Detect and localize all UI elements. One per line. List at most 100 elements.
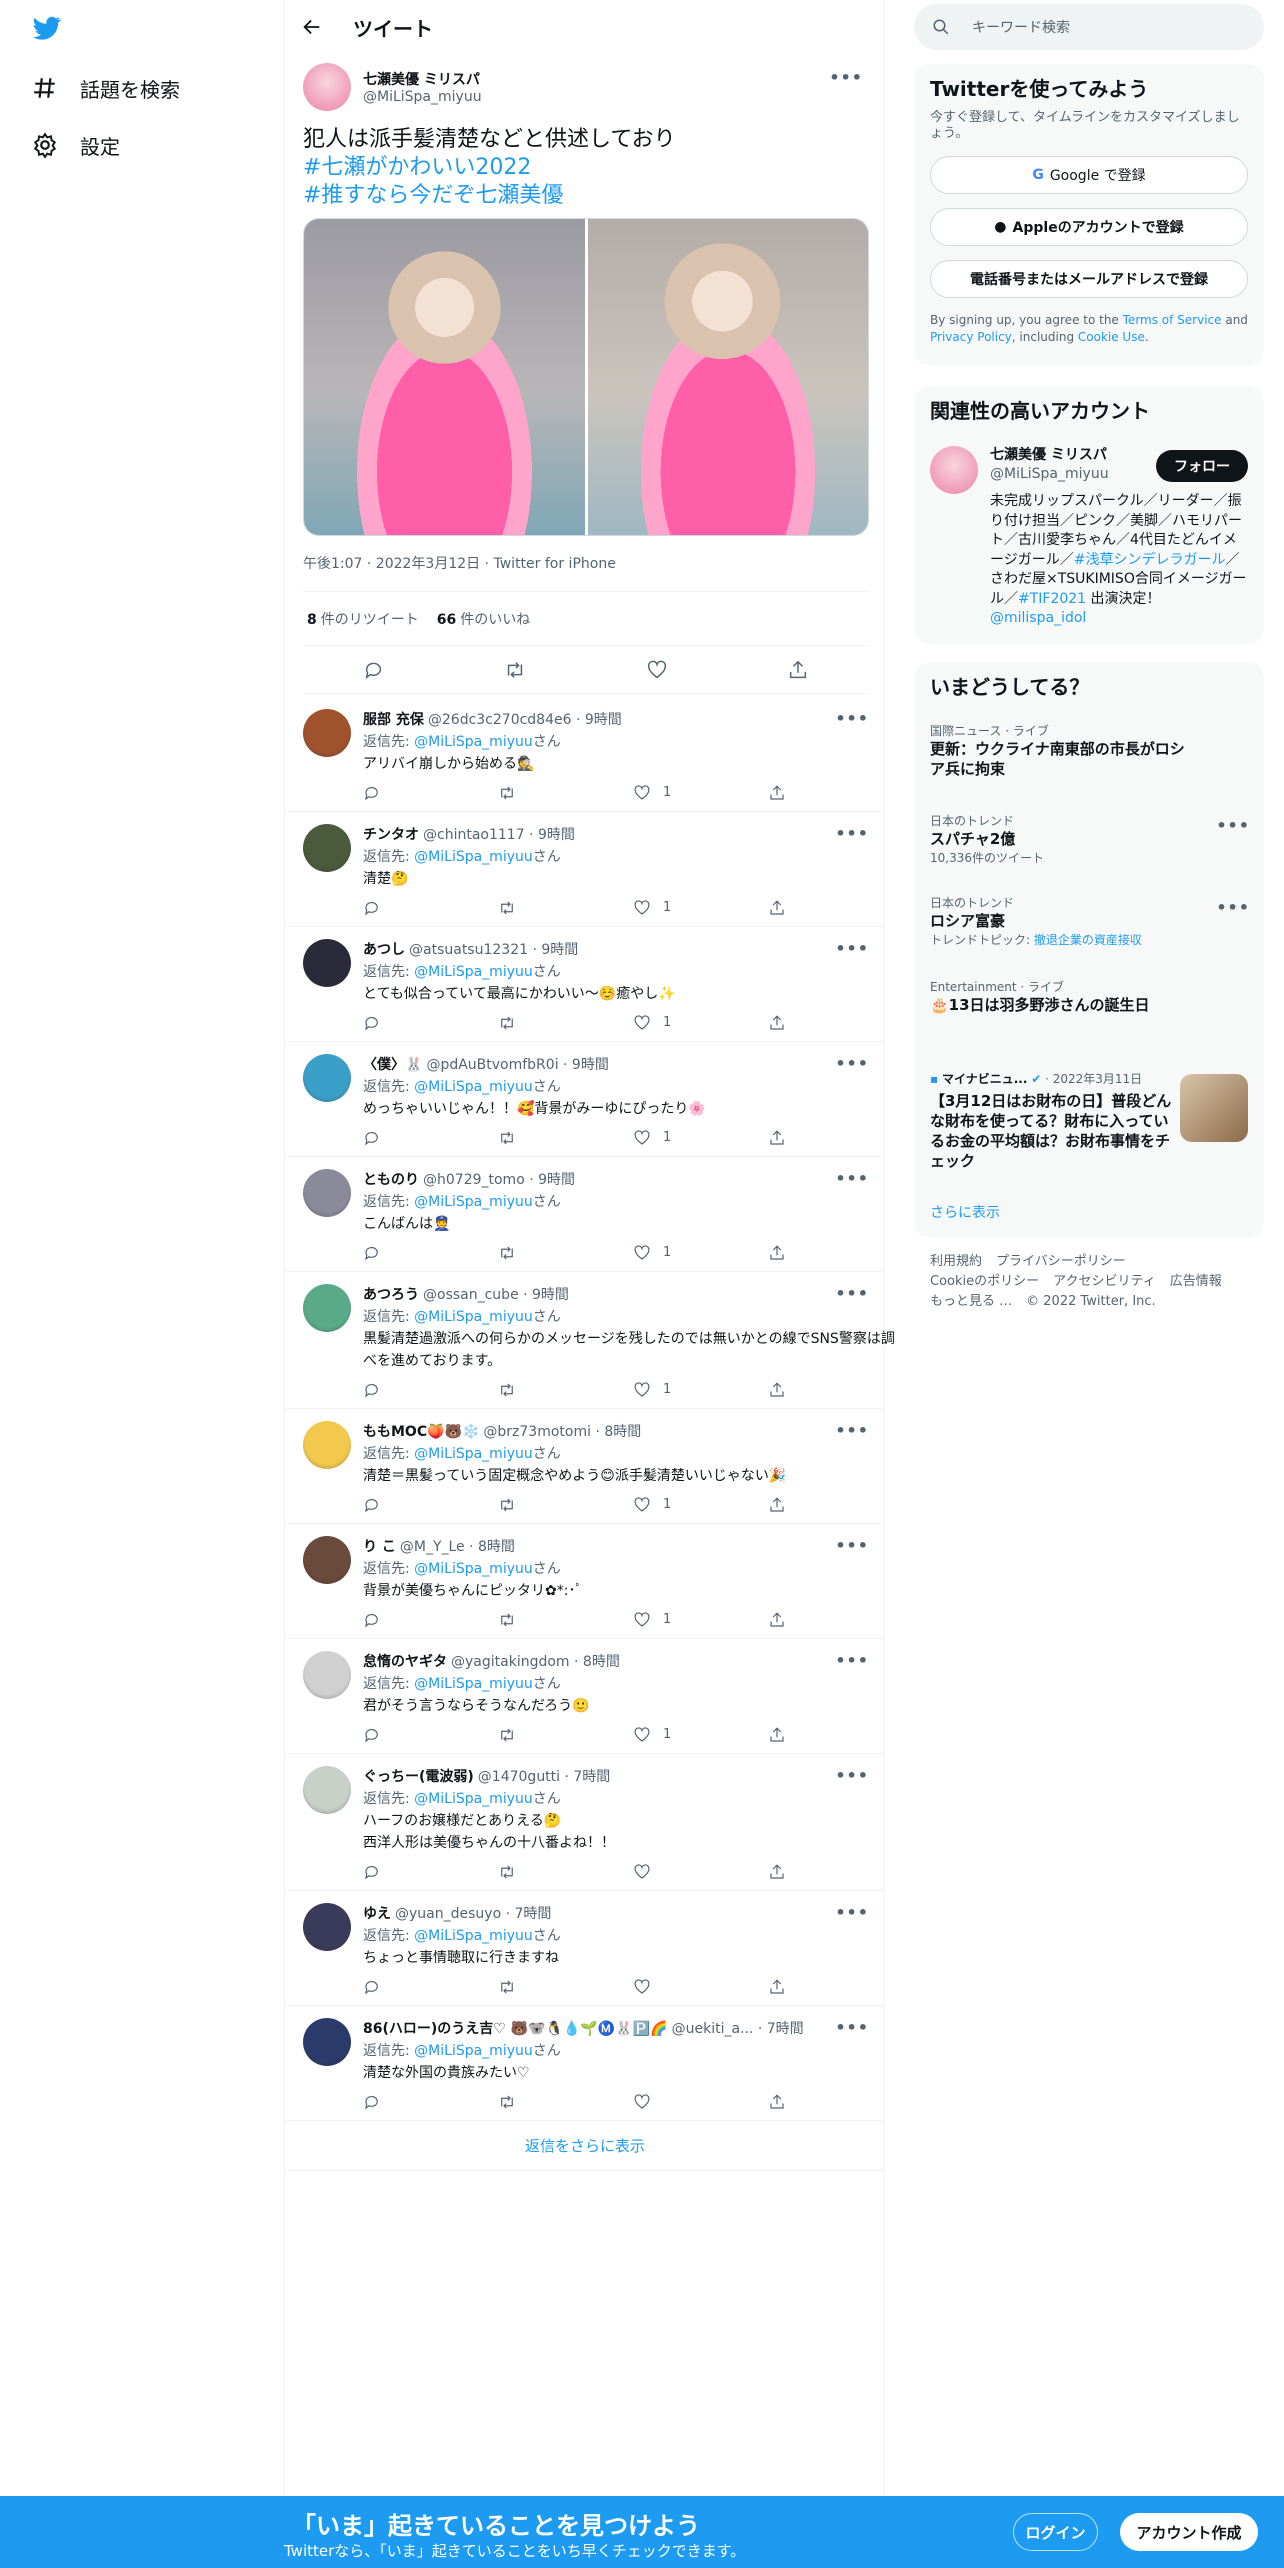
footer-link[interactable]: Cookieのポリシー xyxy=(930,1274,1039,1289)
reply-icon[interactable] xyxy=(363,1496,381,1514)
avatar[interactable] xyxy=(303,1284,351,1332)
share-icon[interactable] xyxy=(768,1014,786,1032)
footer-link[interactable]: アクセシビリティ xyxy=(1053,1274,1156,1289)
reply-tweet[interactable]: 服部 充保 @26dc3c270cd84e6 · 9時間 返信先: @MiLiSp… xyxy=(285,697,885,812)
reply-author-handle[interactable]: @yuan_desuyo · 7時間 xyxy=(395,1903,551,1925)
nav-settings[interactable]: 設定 xyxy=(32,125,120,165)
signup-button[interactable]: アカウント作成 xyxy=(1120,2513,1258,2551)
more-icon[interactable]: ••• xyxy=(835,1536,869,1555)
share-icon[interactable] xyxy=(768,784,786,802)
phone-signup-button[interactable]: 電話番号またはメールアドレスで登録 xyxy=(930,260,1248,298)
footer-link[interactable]: 利用規約 xyxy=(930,1254,982,1269)
share-icon[interactable] xyxy=(768,1726,786,1744)
like-icon[interactable] xyxy=(633,1244,651,1262)
reply-icon[interactable] xyxy=(363,784,381,802)
reply-tweet[interactable]: ももMOC🍑🐻❄️ @brz73motomi · 8時間 返信先: @MiLiSp… xyxy=(285,1409,885,1524)
tweet-photo[interactable] xyxy=(587,219,868,535)
share-icon[interactable] xyxy=(768,1129,786,1147)
avatar[interactable] xyxy=(303,824,351,872)
avatar[interactable] xyxy=(303,63,351,111)
like-icon[interactable] xyxy=(633,1611,651,1629)
retweet-icon[interactable] xyxy=(498,899,516,917)
retweet-icon[interactable] xyxy=(498,1496,516,1514)
footer-link[interactable]: もっと見る … xyxy=(930,1294,1012,1309)
more-icon[interactable]: ••• xyxy=(835,939,869,958)
twitter-logo-icon[interactable] xyxy=(30,14,64,42)
reply-author-handle[interactable]: @pdAuBtvomfbR0i · 9時間 xyxy=(426,1054,608,1076)
related-account[interactable]: 七瀬美優 ミリスパ @MiLiSpa_miyuu xyxy=(990,446,1109,484)
reply-tweet[interactable]: チンタオ @chintao1117 · 9時間 返信先: @MiLiSpa_miy… xyxy=(285,812,885,927)
mention-link[interactable]: @MiLiSpa_miyuu xyxy=(414,1309,533,1325)
share-icon[interactable] xyxy=(768,1244,786,1262)
retweet-icon[interactable] xyxy=(504,659,526,681)
reply-author-name[interactable]: り こ xyxy=(363,1536,396,1558)
mention-link[interactable]: @MiLiSpa_miyuu xyxy=(414,1561,533,1577)
trend-item[interactable]: 日本のトレンド ロシア富豪 トレンドトピック: 撤退企業の資産接収 ••• xyxy=(914,894,1264,948)
avatar[interactable] xyxy=(303,709,351,757)
reply-author-name[interactable]: ゆえ xyxy=(363,1903,391,1925)
search-input[interactable]: キーワード検索 xyxy=(914,4,1264,50)
privacy-link[interactable]: Privacy Policy xyxy=(930,330,1012,344)
retweet-icon[interactable] xyxy=(498,1726,516,1744)
reply-icon[interactable] xyxy=(363,1611,381,1629)
reply-author-handle[interactable]: @h0729_tomo · 9時間 xyxy=(423,1169,575,1191)
reply-author-handle[interactable]: @1470gutti · 7時間 xyxy=(478,1766,611,1788)
reply-icon[interactable] xyxy=(363,1014,381,1032)
avatar[interactable] xyxy=(303,1766,351,1814)
reply-author-handle[interactable]: @brz73motomi · 8時間 xyxy=(483,1421,641,1443)
hashtag-link[interactable]: #推すなら今だぞ七瀬美優 xyxy=(303,183,563,208)
reply-author-handle[interactable]: @yagitakingdom · 8時間 xyxy=(451,1651,620,1673)
hashtag-link[interactable]: #浅草シンデレラガール xyxy=(1074,552,1226,568)
reply-icon[interactable] xyxy=(363,1244,381,1262)
show-more-trends[interactable]: さらに表示 xyxy=(930,1202,1000,1222)
share-icon[interactable] xyxy=(768,1611,786,1629)
share-icon[interactable] xyxy=(768,1381,786,1399)
more-icon[interactable]: ••• xyxy=(835,1651,869,1670)
terms-link[interactable]: Terms of Service xyxy=(1123,313,1222,327)
more-icon[interactable]: ••• xyxy=(835,824,869,843)
avatar[interactable] xyxy=(303,2018,351,2066)
reply-author-name[interactable]: あつろう xyxy=(363,1284,419,1306)
reply-author-handle[interactable]: @26dc3c270cd84e6 · 9時間 xyxy=(428,709,622,731)
apple-signup-button[interactable]: ● Appleのアカウントで登録 xyxy=(930,208,1248,246)
login-button[interactable]: ログイン xyxy=(1013,2513,1098,2551)
reply-author-name[interactable]: チンタオ xyxy=(363,824,419,846)
reply-tweet[interactable]: り こ @M_Y_Le · 8時間 返信先: @MiLiSpa_miyuuさん 背… xyxy=(285,1524,885,1639)
more-icon[interactable]: ••• xyxy=(835,1284,869,1303)
reply-author-name[interactable]: とものり xyxy=(363,1169,419,1191)
mention-link[interactable]: @MiLiSpa_miyuu xyxy=(414,1928,533,1944)
follow-button[interactable]: フォロー xyxy=(1156,450,1248,482)
reply-author-name[interactable]: 怠惰のヤギタ xyxy=(363,1651,447,1673)
mention-link[interactable]: @MiLiSpa_miyuu xyxy=(414,964,533,980)
avatar[interactable] xyxy=(303,1054,351,1102)
like-icon[interactable] xyxy=(633,784,651,802)
avatar[interactable] xyxy=(303,1421,351,1469)
more-icon[interactable]: ••• xyxy=(835,709,869,728)
reply-tweet[interactable]: 怠惰のヤギタ @yagitakingdom · 8時間 返信先: @MiLiSpa… xyxy=(285,1639,885,1754)
author-name[interactable]: 七瀬美優 ミリスパ xyxy=(363,69,482,89)
share-icon[interactable] xyxy=(768,1863,786,1881)
reply-author-name[interactable]: ももMOC🍑🐻❄️ xyxy=(363,1421,479,1443)
mention-link[interactable]: @MiLiSpa_miyuu xyxy=(414,1676,533,1692)
reply-author-handle[interactable]: @atsuatsu12321 · 9時間 xyxy=(409,939,578,961)
reply-tweet[interactable]: あつし @atsuatsu12321 · 9時間 返信先: @MiLiSpa_mi… xyxy=(285,927,885,1042)
mention-link[interactable]: @MiLiSpa_miyuu xyxy=(414,2043,533,2059)
share-icon[interactable] xyxy=(787,659,809,681)
mention-link[interactable]: @MiLiSpa_miyuu xyxy=(414,734,533,750)
reply-icon[interactable] xyxy=(363,1381,381,1399)
reply-author-name[interactable]: あつし xyxy=(363,939,405,961)
like-icon[interactable] xyxy=(633,1863,651,1881)
retweet-icon[interactable] xyxy=(498,784,516,802)
mention-link[interactable]: @MiLiSpa_miyuu xyxy=(414,849,533,865)
trend-item[interactable]: 日本のトレンド スパチャ2億 10,336件のツイート ••• xyxy=(914,812,1264,866)
retweet-icon[interactable] xyxy=(498,1978,516,1996)
share-icon[interactable] xyxy=(768,1978,786,1996)
more-icon[interactable]: ••• xyxy=(1216,898,1250,917)
like-icon[interactable] xyxy=(633,1129,651,1147)
avatar[interactable] xyxy=(303,939,351,987)
like-icon[interactable] xyxy=(633,1014,651,1032)
reply-author-handle[interactable]: @M_Y_Le · 8時間 xyxy=(400,1536,515,1558)
reply-author-name[interactable]: 86(ハロー)のうえ吉♡ 🐻🐨🐧💧🌱Ⓜ️🐰🅿️🌈 xyxy=(363,2018,668,2040)
reply-tweet[interactable]: 〈僕〉🐰 @pdAuBtvomfbR0i · 9時間 返信先: @MiLiSpa_… xyxy=(285,1042,885,1157)
share-icon[interactable] xyxy=(768,1496,786,1514)
